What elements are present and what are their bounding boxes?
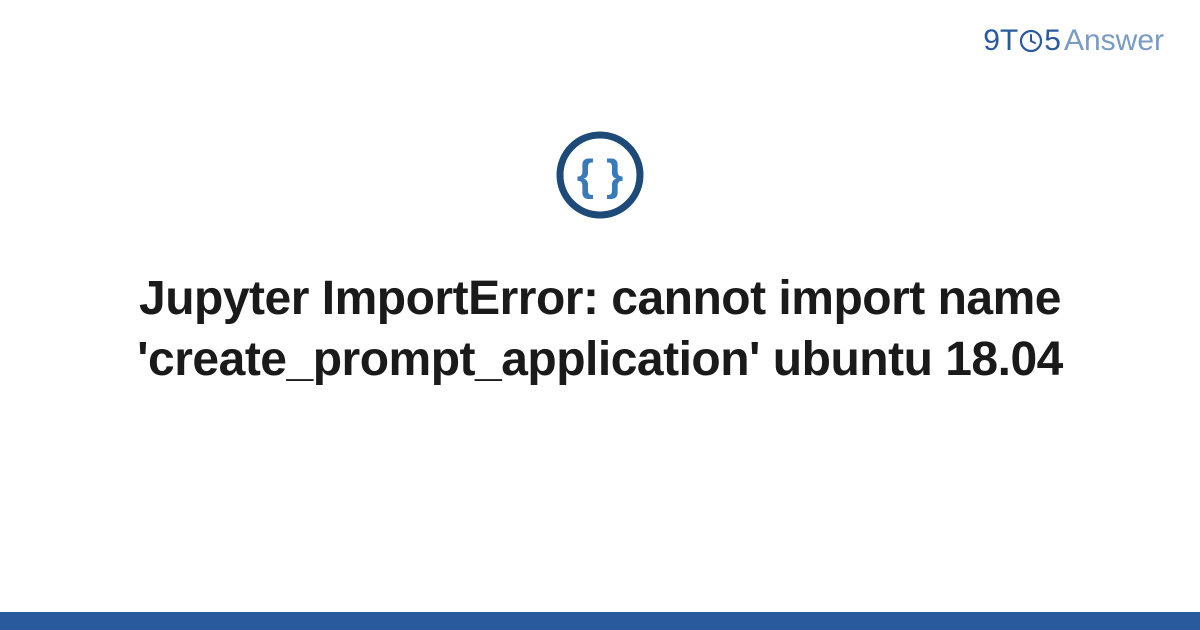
brand-logo: 9T 5 Answer bbox=[983, 24, 1164, 58]
code-braces-icon: { } bbox=[555, 130, 645, 220]
brand-suffix: Answer bbox=[1064, 24, 1164, 58]
svg-text:{ }: { } bbox=[577, 151, 623, 200]
page-title: Jupyter ImportError: cannot import name … bbox=[110, 268, 1090, 391]
brand-middle: 5 bbox=[1044, 24, 1061, 58]
main-content: { } Jupyter ImportError: cannot import n… bbox=[0, 130, 1200, 391]
footer-accent-bar bbox=[0, 612, 1200, 630]
brand-prefix: 9T bbox=[983, 24, 1018, 58]
brand-clock-icon bbox=[1019, 29, 1043, 53]
